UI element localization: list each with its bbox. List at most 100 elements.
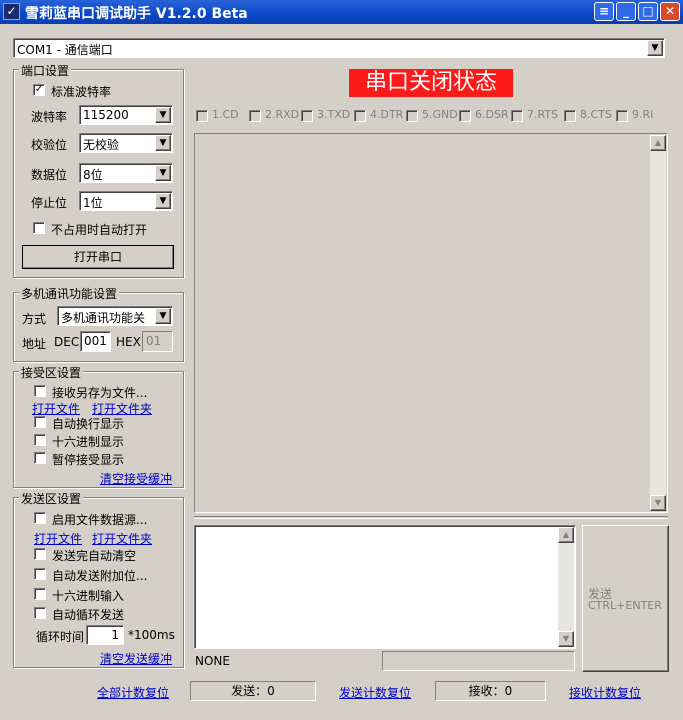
baud-select[interactable]: 115200 ▼ <box>79 105 173 125</box>
signal-indicator-row: 1.CD 2.RXD 3.TXD 4.DTR 5.GND 6.DSR 7.RTS 8.CTS 9… <box>196 108 666 124</box>
loop-send-label: 自动循环发送 <box>52 608 125 622</box>
cycle-time-value: 1 <box>111 628 119 642</box>
signal-label: 9.RI <box>632 108 654 121</box>
signal-checkbox <box>459 110 471 122</box>
signal-label: 5.GND <box>422 108 458 121</box>
stopbits-value: 1位 <box>83 196 103 210</box>
send-button[interactable]: 发送 CTRL+ENTER <box>582 525 669 672</box>
mode-value: 多机通讯功能关 <box>61 311 146 325</box>
hex-input-checkbox[interactable] <box>34 588 46 600</box>
clear-receive-link[interactable]: 清空接受缓冲 <box>100 470 172 487</box>
chevron-down-icon[interactable]: ▼ <box>155 308 171 324</box>
port-settings-legend: 端口设置 <box>19 62 72 79</box>
auto-newline-checkbox[interactable] <box>34 416 46 428</box>
hex-value: 01 <box>146 334 162 348</box>
port-select-value: COM1 - 通信端口 <box>17 43 113 57</box>
stopbits-label: 停止位 <box>31 196 68 210</box>
databits-label: 数据位 <box>31 168 68 182</box>
port-select[interactable]: COM1 - 通信端口 ▼ <box>13 38 665 58</box>
auto-clear-label: 发送完自动清空 <box>52 549 137 563</box>
hex-input: 01 <box>142 331 173 352</box>
hex-display-label: 十六进制显示 <box>52 435 125 449</box>
parity-select[interactable]: 无校验 ▼ <box>79 133 173 153</box>
mode-select[interactable]: 多机通讯功能关 ▼ <box>57 306 173 326</box>
cycle-time-input[interactable]: 1 <box>86 625 124 645</box>
close-button[interactable]: ✕ <box>660 2 680 21</box>
auto-newline-label: 自动换行显示 <box>52 417 125 431</box>
signal-checkbox <box>301 110 313 122</box>
send-scrollbar-track[interactable] <box>558 543 574 631</box>
signal-checkbox <box>354 110 366 122</box>
signal-label: 6.DSR <box>475 108 509 121</box>
pause-receive-checkbox[interactable] <box>34 452 46 464</box>
splitter[interactable] <box>194 516 668 519</box>
mode-label: 方式 <box>22 312 47 326</box>
file-source-label: 启用文件数据源... <box>52 513 148 527</box>
signal-checkbox <box>249 110 261 122</box>
pause-receive-label: 暂停接受显示 <box>52 453 125 467</box>
chevron-down-icon[interactable]: ▼ <box>155 165 171 181</box>
file-source-checkbox[interactable] <box>34 512 46 524</box>
receive-settings-legend: 接受区设置 <box>19 364 84 381</box>
chevron-down-icon[interactable]: ▼ <box>155 193 171 209</box>
send-button-shortcut: CTRL+ENTER <box>588 599 662 612</box>
signal-label: 1.CD <box>212 108 239 121</box>
address-label: 地址 <box>22 337 47 351</box>
signal-checkbox <box>406 110 418 122</box>
send-textarea[interactable]: ▲ ▼ <box>194 525 576 649</box>
receive-save-checkbox[interactable] <box>34 385 46 397</box>
hex-display-checkbox[interactable] <box>34 434 46 446</box>
signal-label: 7.RTS <box>527 108 559 121</box>
chevron-down-icon[interactable]: ▼ <box>155 135 171 151</box>
status-field <box>382 651 575 671</box>
menu-icon[interactable]: ≡ <box>594 2 614 21</box>
reset-received-link[interactable]: 接收计数复位 <box>569 684 641 701</box>
send-open-folder-link[interactable]: 打开文件夹 <box>92 530 152 547</box>
clear-send-link[interactable]: 清空发送缓冲 <box>100 650 172 667</box>
open-port-button[interactable]: 打开串口 <box>22 245 174 269</box>
auto-open-checkbox[interactable] <box>33 222 45 234</box>
signal-label: 4.DTR <box>370 108 404 121</box>
standard-baud-label: 标准波特率 <box>51 85 112 99</box>
scroll-down-icon[interactable]: ▼ <box>558 631 574 647</box>
signal-checkbox <box>511 110 523 122</box>
hex-label: HEX <box>116 335 141 349</box>
maximize-button[interactable]: □ <box>638 2 658 21</box>
parity-value: 无校验 <box>83 138 120 152</box>
scroll-up-icon[interactable]: ▲ <box>558 527 574 543</box>
minimize-button[interactable]: _ <box>616 2 636 21</box>
sent-count: 发送：0 <box>190 681 316 701</box>
auto-clear-checkbox[interactable] <box>34 548 46 560</box>
send-settings-legend: 发送区设置 <box>19 490 84 507</box>
send-open-file-link[interactable]: 打开文件 <box>34 530 82 547</box>
standard-baud-checkbox[interactable]: ✓ <box>33 84 45 96</box>
baud-value: 115200 <box>83 108 129 122</box>
cycle-time-label: 循环时间 <box>36 630 85 644</box>
mode-status-text: NONE <box>195 654 230 668</box>
receive-scrollbar-track[interactable] <box>650 151 666 495</box>
stopbits-select[interactable]: 1位 ▼ <box>79 191 173 211</box>
hex-input-label: 十六进制输入 <box>52 589 125 603</box>
parity-label: 校验位 <box>31 138 68 152</box>
databits-value: 8位 <box>83 168 103 182</box>
received-count: 接收：0 <box>435 681 546 701</box>
append-bits-checkbox[interactable] <box>34 568 46 580</box>
dec-input[interactable]: 001 <box>80 331 111 352</box>
signal-label: 8.CTS <box>580 108 612 121</box>
title-bar[interactable]: ✓ 雪莉蓝串口调试助手 V1.2.0 Beta ≡ _ □ ✕ <box>0 0 683 24</box>
signal-checkbox <box>616 110 628 122</box>
databits-select[interactable]: 8位 ▼ <box>79 163 173 183</box>
loop-send-checkbox[interactable] <box>34 607 46 619</box>
app-icon: ✓ <box>3 3 20 20</box>
chevron-down-icon[interactable]: ▼ <box>155 107 171 123</box>
receive-save-label: 接收另存为文件... <box>52 386 148 400</box>
scroll-up-icon[interactable]: ▲ <box>650 135 666 151</box>
signal-label: 2.RXD <box>265 108 300 121</box>
chevron-down-icon[interactable]: ▼ <box>647 40 663 56</box>
dec-value: 001 <box>84 334 107 348</box>
reset-sent-link[interactable]: 发送计数复位 <box>339 684 411 701</box>
receive-area[interactable]: ▲ ▼ <box>194 133 668 513</box>
multi-settings-legend: 多机通讯功能设置 <box>19 285 120 302</box>
reset-all-link[interactable]: 全部计数复位 <box>97 684 169 701</box>
scroll-down-icon[interactable]: ▼ <box>650 495 666 511</box>
